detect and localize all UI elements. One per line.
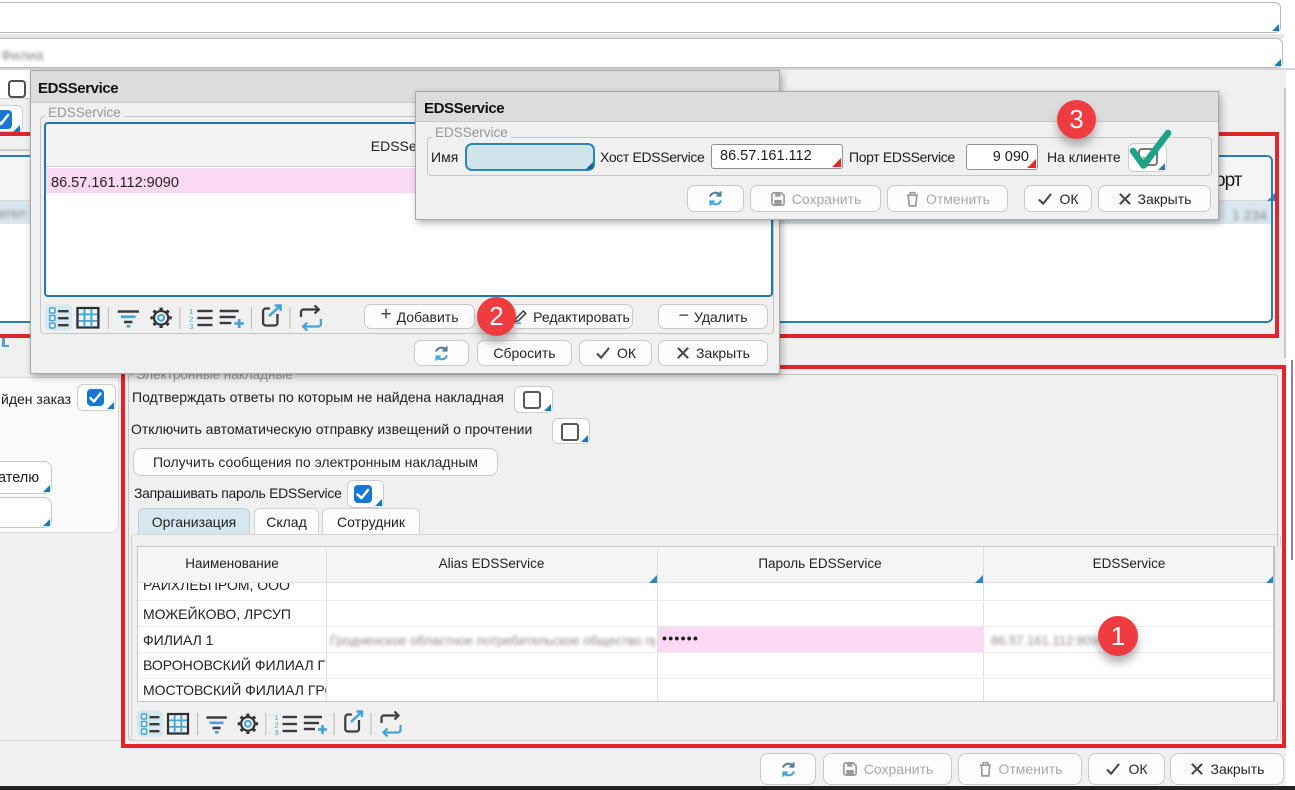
svg-text:3: 3 — [188, 322, 192, 331]
